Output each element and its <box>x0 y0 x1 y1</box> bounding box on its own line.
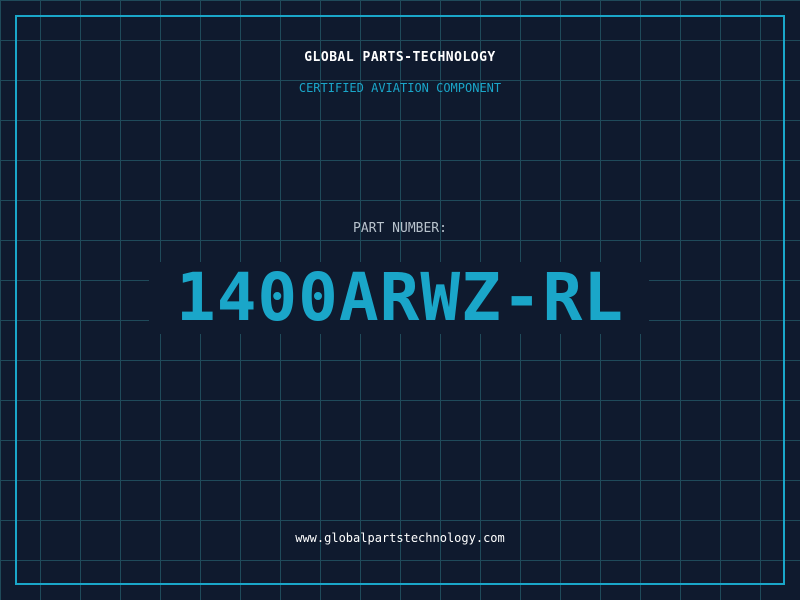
part-number-value: 1400ARWZ-RL <box>175 259 625 336</box>
part-number-label: PART NUMBER: <box>353 221 447 236</box>
part-label-card: GLOBAL PARTS-TECHNOLOGY CERTIFIED AVIATI… <box>0 0 800 600</box>
certification-tagline: CERTIFIED AVIATION COMPONENT <box>298 81 502 95</box>
company-name: GLOBAL PARTS-TECHNOLOGY <box>304 50 496 65</box>
website-url: www.globalpartstechnology.com <box>295 531 505 545</box>
